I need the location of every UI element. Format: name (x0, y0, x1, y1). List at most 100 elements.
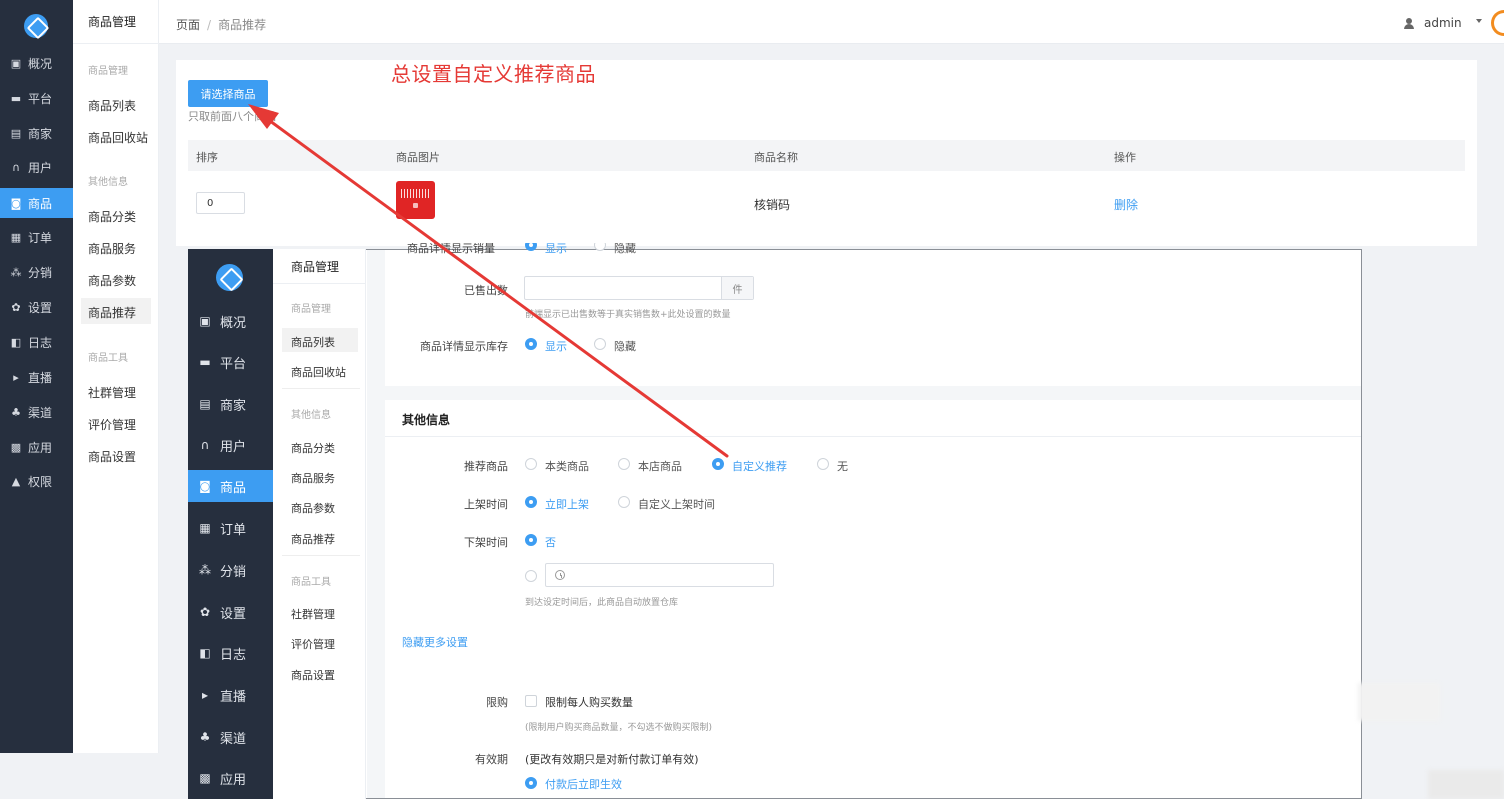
shelf-off-help: 到达设定时间后，此商品自动放置仓库 (525, 598, 679, 608)
submenu-item-recycle[interactable]: 商品回收站 (291, 364, 346, 380)
screen-icon: ▬ (10, 91, 22, 105)
nav-goods[interactable]: ◙ 商品 (188, 470, 273, 502)
breadcrumb-root[interactable]: 页面 (176, 18, 200, 32)
nav-settings[interactable]: ✿ 设置 (0, 292, 73, 322)
sold-unit: 件 (721, 277, 753, 299)
radio-shelf-off-date[interactable] (525, 570, 537, 582)
label-recommend: 推荐商品 (464, 460, 508, 473)
nav-overview[interactable]: ▣ 概况 (188, 305, 273, 337)
option-recommend-none: 无 (837, 460, 848, 473)
sold-count-input[interactable] (524, 276, 754, 300)
option-shelf-now: 立即上架 (545, 498, 589, 511)
radio-recommend-store[interactable] (618, 458, 630, 470)
option-recommend-category: 本类商品 (545, 460, 589, 473)
option-show: 显示 (545, 243, 567, 255)
option-validity-immediate: 付款后立即生效 (545, 778, 622, 791)
channel-icon: ♣ (199, 730, 211, 744)
delete-link[interactable]: 删除 (1114, 196, 1138, 213)
submenu-item-service[interactable]: 商品服务 (291, 470, 335, 486)
submenu-group: 商品工具 (88, 353, 128, 364)
shelf-off-date-input[interactable] (545, 563, 774, 587)
submenu-title: 商品管理 (73, 0, 159, 44)
radio-show-sales[interactable] (525, 243, 537, 251)
lock-icon: ▲ (11, 474, 21, 488)
submenu-group: 其他信息 (291, 410, 331, 421)
breadcrumb-current: 商品推荐 (218, 18, 267, 32)
submenu-item-goods-settings[interactable]: 商品设置 (291, 667, 335, 683)
nav-platform[interactable]: ▬ 平台 (188, 346, 273, 378)
submenu-item-recommend[interactable]: 商品推荐 (88, 304, 136, 321)
toggle-more-settings-link[interactable]: 隐藏更多设置 (402, 634, 468, 650)
radio-stock-hide[interactable] (594, 338, 606, 350)
overlay-card-head (385, 400, 1361, 437)
product-image (396, 181, 435, 219)
nav-user[interactable]: ∩ 用户 (0, 152, 73, 182)
submenu-item-params[interactable]: 商品参数 (88, 272, 136, 289)
submenu-item-category[interactable]: 商品分类 (291, 440, 335, 456)
top-bar (159, 0, 1504, 44)
radio-recommend-category[interactable] (525, 458, 537, 470)
nav-order[interactable]: ▦ 订单 (0, 222, 73, 252)
nav-channel[interactable]: ♣ 渠道 (0, 397, 73, 427)
radio-shelf-custom[interactable] (618, 496, 630, 508)
nav-settings[interactable]: ✿ 设置 (188, 596, 273, 628)
submenu-item-community[interactable]: 社群管理 (291, 606, 335, 622)
radio-hide-sales[interactable] (594, 243, 606, 251)
radio-validity-immediate[interactable] (525, 777, 537, 789)
clipboard-icon: ▦ (199, 521, 211, 535)
nav-distribution[interactable]: ⁂ 分销 (188, 554, 273, 586)
submenu-item-reviews[interactable]: 评价管理 (88, 416, 136, 433)
nav-channel[interactable]: ♣ 渠道 (188, 721, 273, 753)
sold-help: 前端显示已出售数等于真实销售数+此处设置的数量 (525, 310, 731, 320)
nav-merchant[interactable]: ▤ 商家 (0, 118, 73, 148)
live-icon: ▸ (13, 370, 19, 384)
nav-goods[interactable]: ◙ 商品 (0, 188, 73, 218)
submenu-item-goods-list[interactable]: 商品列表 (291, 334, 335, 350)
user-menu[interactable]: admin (1404, 16, 1462, 30)
blurred-area (1358, 683, 1440, 721)
nav-apps[interactable]: ▩ 应用 (188, 762, 273, 794)
radio-shelf-now[interactable] (525, 496, 537, 508)
nav-log[interactable]: ◧ 日志 (0, 327, 73, 357)
annotation-text: 总设置自定义推荐商品 (391, 62, 596, 86)
nav-merchant[interactable]: ▤ 商家 (188, 388, 273, 420)
radio-stock-show[interactable] (525, 338, 537, 350)
submenu-item-goods-list[interactable]: 商品列表 (88, 97, 136, 114)
clipboard-icon: ▦ (10, 230, 22, 244)
clock-icon (555, 570, 565, 580)
radio-recommend-none[interactable] (817, 458, 829, 470)
nav-live[interactable]: ▸ 直播 (188, 679, 273, 711)
radio-recommend-custom[interactable] (712, 458, 724, 470)
nav-log[interactable]: ◧ 日志 (188, 637, 273, 669)
nav-live[interactable]: ▸ 直播 (0, 362, 73, 392)
sort-input[interactable]: 0 (196, 192, 245, 214)
submenu-item-service[interactable]: 商品服务 (88, 240, 136, 257)
store-icon: ▤ (10, 126, 22, 140)
submenu-item-recommend[interactable]: 商品推荐 (291, 531, 335, 547)
nav-apps[interactable]: ▩ 应用 (0, 432, 73, 462)
user-icon (1404, 17, 1414, 29)
nav-user[interactable]: ∩ 用户 (188, 429, 273, 461)
submenu-item-params[interactable]: 商品参数 (291, 500, 335, 516)
submenu-item-category[interactable]: 商品分类 (88, 208, 136, 225)
limit-checkbox[interactable] (525, 695, 537, 707)
gear-icon: ✿ (11, 300, 21, 314)
radio-shelf-off-no[interactable] (525, 534, 537, 546)
submenu-item-recycle[interactable]: 商品回收站 (88, 129, 148, 146)
nav-permission[interactable]: ▲ 权限 (0, 466, 73, 496)
book-icon: ◧ (199, 646, 211, 660)
grid-icon: ▩ (10, 440, 22, 454)
nav-platform[interactable]: ▬ 平台 (0, 83, 73, 113)
nav-order[interactable]: ▦ 订单 (188, 512, 273, 544)
chevron-down-icon[interactable] (1476, 19, 1482, 23)
nav-distribution[interactable]: ⁂ 分销 (0, 257, 73, 287)
submenu-item-reviews[interactable]: 评价管理 (291, 636, 335, 652)
submenu-item-community[interactable]: 社群管理 (88, 384, 136, 401)
nav-overview[interactable]: ▣ 概况 (0, 48, 73, 78)
sitemap-icon: ⁂ (199, 563, 211, 577)
submenu-group: 商品工具 (291, 577, 331, 588)
label-limit: 限购 (486, 696, 508, 709)
choose-goods-button[interactable]: 请选择商品 (188, 80, 268, 107)
submenu-title: 商品管理 (273, 249, 366, 284)
submenu-item-goods-settings[interactable]: 商品设置 (88, 448, 136, 465)
